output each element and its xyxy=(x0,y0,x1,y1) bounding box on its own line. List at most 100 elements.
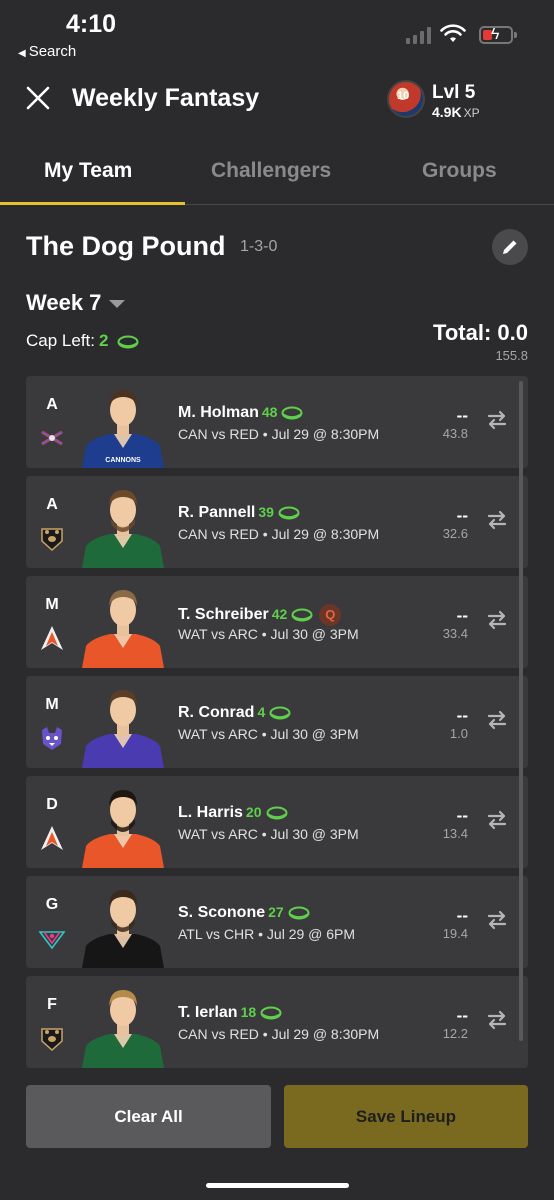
player-projection: 19.4 xyxy=(442,926,468,941)
coin-icon xyxy=(269,706,291,720)
player-game: WAT vs ARC • Jul 30 @ 3PM xyxy=(178,626,359,642)
team-name: The Dog Pound xyxy=(26,231,226,261)
swap-icon[interactable] xyxy=(486,609,508,631)
player-score: -- xyxy=(456,906,468,925)
coin-icon xyxy=(260,1006,282,1020)
player-cost: 42 xyxy=(271,606,288,623)
tab-my-team[interactable]: My Team xyxy=(44,159,132,183)
player-game: WAT vs ARC • Jul 30 @ 3PM xyxy=(178,726,359,742)
player-card[interactable]: A CANNONS M. Holman 48 CAN vs RED • Jul 29 @… xyxy=(26,376,528,468)
total-projected: 155.8 xyxy=(495,348,528,363)
cap-left: Cap Left: 2 xyxy=(26,331,139,351)
cannons-logo-icon xyxy=(38,424,66,452)
player-score: -- xyxy=(456,706,468,725)
level-label: Lvl 5 xyxy=(432,82,476,103)
player-cost: 4 xyxy=(257,704,266,720)
pencil-icon xyxy=(503,240,517,254)
player-card[interactable]: D L. Harris 20 WAT vs ARC • Jul 30 @ 3PM -- 1… xyxy=(26,776,528,868)
player-projection: 43.8 xyxy=(442,426,468,441)
player-cost: 18 xyxy=(240,1004,257,1020)
scrollbar[interactable] xyxy=(519,381,523,1041)
clear-all-button[interactable]: Clear All xyxy=(26,1085,271,1148)
week-label: Week 7 xyxy=(26,290,102,315)
back-to-search-link[interactable]: ◀ Search xyxy=(18,43,76,60)
player-card[interactable]: G S. Sconone 27 ATL vs CHR • Jul 29 @ 6PM --… xyxy=(26,876,528,968)
player-list[interactable]: A CANNONS M. Holman 48 CAN vs RED • Jul 29 @… xyxy=(26,376,528,1068)
cap-left-label: Cap Left: xyxy=(26,331,95,350)
tab-bar: My Team Challengers Groups xyxy=(0,150,554,205)
status-time: 4:10 xyxy=(66,10,117,38)
player-name-row: S. Sconone 27 xyxy=(178,904,310,922)
home-indicator xyxy=(206,1183,349,1188)
player-photo xyxy=(80,576,166,668)
player-name: S. Sconone xyxy=(178,904,266,921)
player-position: G xyxy=(45,896,59,913)
swap-icon[interactable] xyxy=(486,409,508,431)
player-card[interactable]: F T. Ierlan 18 CAN vs RED • Jul 29 @ 8:30PM… xyxy=(26,976,528,1068)
player-photo xyxy=(80,776,166,868)
player-name-row: M. Holman 48 xyxy=(178,404,303,422)
player-cost: 48 xyxy=(261,404,278,420)
player-photo xyxy=(80,476,166,568)
avatar-number: 10 xyxy=(397,90,410,102)
total-score: Total: 0.0 xyxy=(433,320,528,345)
questionable-badge: Q xyxy=(319,604,342,626)
save-lineup-button[interactable]: Save Lineup xyxy=(284,1085,528,1148)
player-game: CAN vs RED • Jul 29 @ 8:30PM xyxy=(178,426,380,442)
swap-icon[interactable] xyxy=(486,909,508,931)
coin-icon xyxy=(278,506,300,520)
tab-challengers[interactable]: Challengers xyxy=(211,159,331,183)
player-card[interactable]: A R. Pannell 39 CAN vs RED • Jul 29 @ 8:30P… xyxy=(26,476,528,568)
player-name-row: R. Pannell 39 xyxy=(178,504,300,522)
player-name: R. Pannell xyxy=(178,504,256,521)
back-triangle-icon: ◀ xyxy=(18,48,26,59)
chrome-logo-icon xyxy=(38,924,66,952)
avatar[interactable]: 10 xyxy=(387,80,425,118)
player-photo: CANNONS xyxy=(80,376,166,468)
player-game: CAN vs RED • Jul 29 @ 8:30PM xyxy=(178,1026,380,1042)
player-name: M. Holman xyxy=(178,404,259,421)
player-photo xyxy=(80,676,166,768)
player-position: M xyxy=(45,596,59,613)
player-cost: 20 xyxy=(245,804,262,820)
coin-icon xyxy=(291,608,313,622)
player-projection: 12.2 xyxy=(442,1026,468,1041)
tab-groups[interactable]: Groups xyxy=(422,159,497,183)
app-header: Weekly Fantasy 10 Lvl 5 4.9K XP xyxy=(0,70,554,128)
swap-icon[interactable] xyxy=(486,509,508,531)
player-score: -- xyxy=(456,606,468,625)
player-position: F xyxy=(47,996,57,1013)
redwoods-bear-icon xyxy=(38,524,66,552)
coin-icon xyxy=(117,335,139,349)
archers-arrow-icon xyxy=(38,624,66,652)
player-card[interactable]: M R. Conrad 4 WAT vs ARC • Jul 30 @ 3PM -- 1.… xyxy=(26,676,528,768)
player-name: R. Conrad xyxy=(178,704,255,721)
archers-arrow-icon xyxy=(38,824,66,852)
player-projection: 33.4 xyxy=(442,626,468,641)
player-name-row: R. Conrad 4 xyxy=(178,704,291,722)
swap-icon[interactable] xyxy=(486,1009,508,1031)
chevron-down-icon xyxy=(109,300,126,309)
player-name-row: L. Harris 20 xyxy=(178,804,288,822)
swap-icon[interactable] xyxy=(486,709,508,731)
swap-icon[interactable] xyxy=(486,809,508,831)
player-photo xyxy=(80,876,166,968)
signal-icon xyxy=(406,26,431,44)
week-selector[interactable]: Week 7 xyxy=(26,290,126,316)
player-projection: 1.0 xyxy=(449,726,468,741)
player-projection: 13.4 xyxy=(442,826,468,841)
waterdogs-dog-icon xyxy=(38,724,66,752)
player-projection: 32.6 xyxy=(442,526,468,541)
status-bar: 4:10 ◀ Search ϟ xyxy=(0,0,554,62)
player-score: -- xyxy=(456,406,468,425)
cap-left-value: 2 xyxy=(99,331,109,350)
player-score: -- xyxy=(456,506,468,525)
coin-icon xyxy=(266,806,287,820)
battery-icon: ϟ xyxy=(479,26,517,44)
close-icon[interactable] xyxy=(24,84,52,112)
edit-team-button[interactable] xyxy=(492,229,528,265)
xp-value: 4.9K xyxy=(432,104,462,120)
player-position: D xyxy=(46,796,58,813)
player-card[interactable]: M T. Schreiber 42 Q WAT vs ARC • Jul 30 @ 3P… xyxy=(26,576,528,668)
player-name: T. Ierlan xyxy=(178,1004,238,1021)
